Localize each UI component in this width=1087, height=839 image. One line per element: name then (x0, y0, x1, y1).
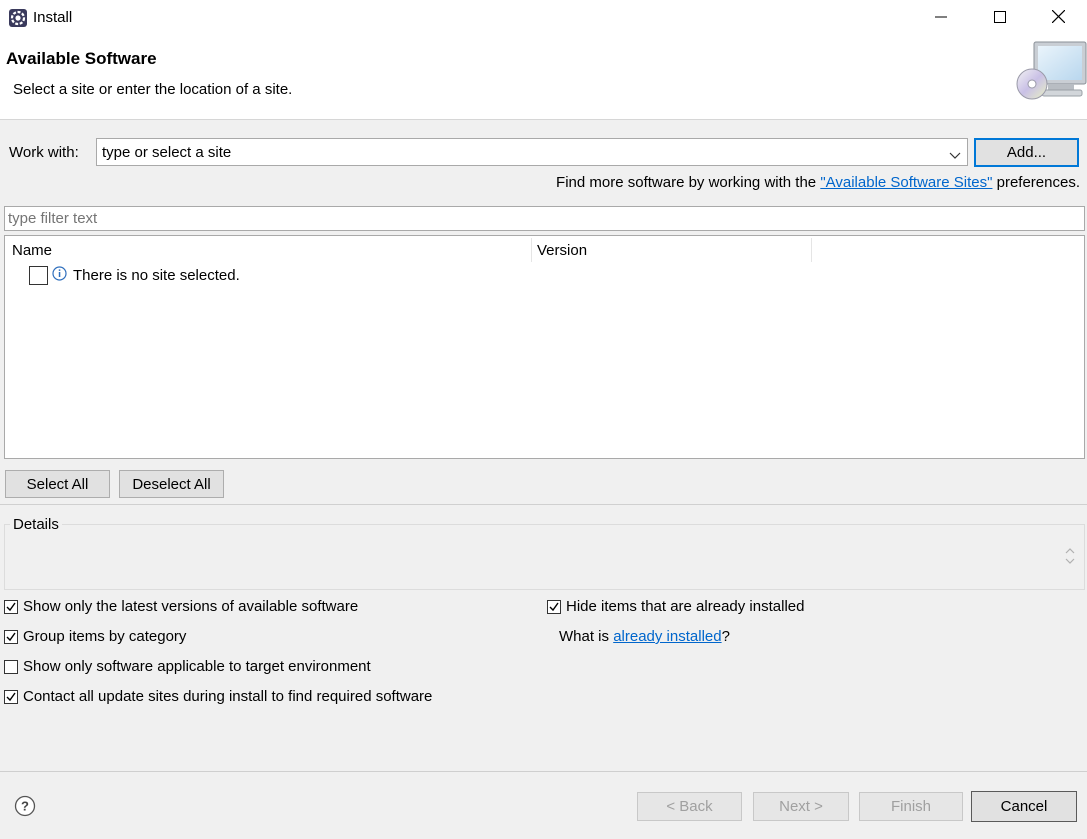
back-button[interactable]: < Back (637, 792, 742, 821)
row-checkbox[interactable] (29, 266, 48, 285)
maximize-button[interactable] (971, 0, 1029, 36)
option-contact-sites[interactable]: Contact all update sites during install … (4, 688, 432, 705)
what-is-installed: What is already installed? (559, 628, 730, 645)
next-button[interactable]: Next > (753, 792, 849, 821)
checkmark-icon (6, 632, 16, 641)
software-table[interactable]: Name Version There is no site selected. (4, 235, 1085, 459)
chevron-down-icon[interactable] (949, 147, 961, 164)
checkbox[interactable] (4, 689, 18, 704)
option-label: Group items by category (23, 628, 187, 645)
filter-input[interactable] (4, 206, 1085, 231)
svg-text:?: ? (21, 799, 29, 814)
minimize-icon (935, 10, 947, 27)
option-show-latest[interactable]: Show only the latest versions of availab… (4, 598, 358, 615)
eclipse-gear-icon (8, 8, 28, 28)
maximize-icon (994, 10, 1006, 27)
work-with-label: Work with: (9, 144, 79, 161)
table-row[interactable]: There is no site selected. (29, 266, 240, 285)
select-all-button[interactable]: Select All (5, 470, 110, 498)
checkbox[interactable] (4, 599, 18, 614)
close-icon (1051, 9, 1066, 27)
column-divider[interactable] (531, 238, 532, 262)
deselect-all-button[interactable]: Deselect All (119, 470, 224, 498)
add-site-button[interactable]: Add... (974, 138, 1079, 167)
footer-separator (0, 771, 1087, 772)
table-header: Name Version (5, 236, 1084, 263)
find-more-hint-suffix: preferences. (992, 174, 1080, 191)
info-icon (52, 266, 67, 285)
page-title: Available Software (6, 49, 157, 68)
option-label: Show only software applicable to target … (23, 658, 371, 675)
option-label: Hide items that are already installed (566, 598, 805, 615)
work-with-combo[interactable]: type or select a site (96, 138, 968, 166)
checkmark-icon (6, 602, 16, 611)
details-group (4, 524, 1085, 590)
page-description: Select a site or enter the location of a… (13, 81, 293, 98)
row-label: There is no site selected. (73, 267, 240, 284)
separator (0, 504, 1087, 505)
wizard-header (0, 36, 1087, 120)
what-is-prefix: What is (559, 628, 614, 645)
column-header-name[interactable]: Name (12, 242, 52, 259)
details-label: Details (10, 516, 62, 533)
option-show-applicable[interactable]: Show only software applicable to target … (4, 658, 371, 675)
finish-button[interactable]: Finish (859, 792, 963, 821)
checkbox[interactable] (4, 659, 18, 674)
work-with-input[interactable]: type or select a site (102, 144, 231, 161)
help-icon[interactable]: ? (14, 795, 36, 821)
scroll-arrows-icon[interactable] (1064, 546, 1076, 570)
column-header-version[interactable]: Version (537, 242, 587, 259)
available-software-sites-link[interactable]: "Available Software Sites" (820, 174, 992, 191)
window-title: Install (33, 9, 73, 26)
checkmark-icon (6, 692, 16, 701)
cancel-button[interactable]: Cancel (971, 791, 1077, 822)
option-label: Contact all update sites during install … (23, 688, 433, 705)
find-more-hint-prefix: Find more software by working with the (556, 174, 821, 191)
checkbox[interactable] (547, 599, 561, 614)
option-group-by-category[interactable]: Group items by category (4, 628, 186, 645)
already-installed-link[interactable]: already installed (613, 628, 721, 645)
option-label: Show only the latest versions of availab… (23, 598, 359, 615)
what-is-suffix: ? (721, 628, 730, 645)
find-more-hint: Find more software by working with the "… (0, 174, 1080, 191)
checkbox[interactable] (4, 629, 18, 644)
minimize-button[interactable] (912, 0, 970, 36)
column-divider[interactable] (811, 238, 812, 262)
option-hide-installed[interactable]: Hide items that are already installed (547, 598, 804, 615)
monitor-cd-icon (1014, 40, 1087, 104)
close-button[interactable] (1030, 0, 1087, 36)
checkmark-icon (549, 602, 559, 611)
